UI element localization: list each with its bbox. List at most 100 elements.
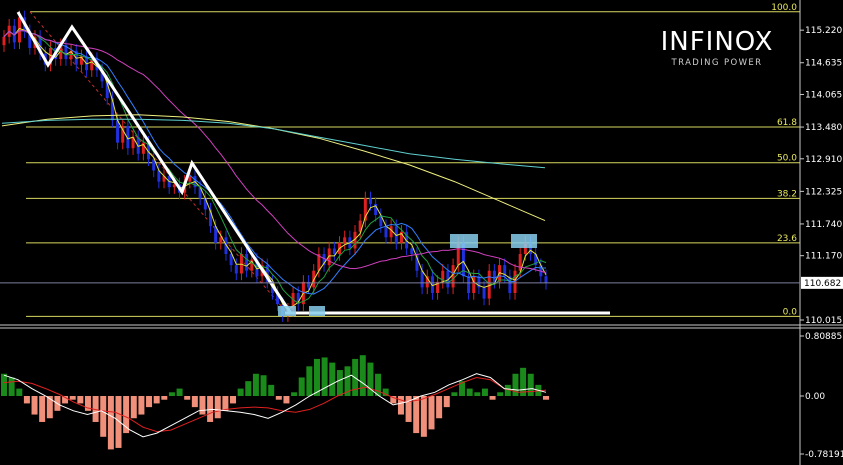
histogram-bar: [8, 377, 15, 396]
fib-level-label: 38.2: [777, 189, 797, 199]
histogram-bar: [283, 395, 290, 404]
chart-window: 100.0 61.8 50.0 38.2 23.6 0.0 115.220 114.635 11…: [0, 0, 843, 465]
histogram-bar: [69, 395, 76, 400]
candle-body: [368, 198, 372, 204]
candle-body: [487, 270, 491, 299]
histogram-bar: [260, 375, 267, 396]
fib-level-label: 61.8: [777, 118, 797, 128]
candle-body: [2, 36, 6, 46]
histogram-bar: [245, 381, 252, 396]
histogram-bar: [146, 395, 153, 408]
histogram-bar: [23, 395, 30, 404]
candle-body: [467, 276, 471, 293]
price-tick-label: 113.480: [805, 123, 842, 133]
histogram-bar: [481, 388, 488, 396]
histogram-bar: [230, 395, 237, 404]
current-price-label: 110.682: [804, 279, 841, 289]
histogram-bar: [436, 395, 443, 419]
histogram-bar: [359, 355, 366, 396]
histogram-bar: [161, 395, 168, 400]
candle-body: [492, 270, 496, 282]
histogram-bar: [77, 395, 84, 404]
histogram-bar: [199, 395, 206, 415]
candle-body: [245, 254, 249, 271]
histogram-bar: [214, 395, 221, 419]
osc-tick-label: 0.80885: [805, 332, 842, 342]
histogram-bar: [527, 373, 534, 396]
candle-body: [332, 248, 336, 255]
pattern-highlight-box: [278, 306, 296, 316]
histogram-bar: [39, 395, 46, 422]
histogram-bar: [191, 395, 198, 408]
fib-level-label: 23.6: [777, 234, 797, 244]
osc-tick-label: -0.78191: [805, 450, 843, 460]
histogram-bar: [100, 395, 107, 437]
fib-level-label: 50.0: [777, 154, 797, 164]
histogram-bar: [237, 388, 244, 396]
histogram-bar: [168, 392, 175, 396]
histogram-bar: [443, 395, 450, 408]
histogram-bar: [252, 373, 259, 396]
histogram-bar: [46, 395, 53, 419]
histogram-bar: [397, 395, 404, 415]
candle-body: [343, 237, 347, 243]
logo-text: INFINOX: [661, 27, 774, 57]
candle-body: [544, 276, 548, 283]
candle-body: [384, 226, 388, 238]
price-tick-label: 112.910: [805, 155, 842, 165]
histogram-bar: [268, 384, 275, 396]
candle-body: [172, 184, 176, 188]
histogram-bar: [512, 373, 519, 396]
histogram-bar: [420, 395, 427, 437]
logo-tagline: TRADING POWER: [671, 58, 763, 68]
histogram-bar: [291, 392, 298, 396]
candle-body: [451, 265, 455, 288]
histogram-bar: [497, 392, 504, 396]
histogram-bar: [336, 370, 343, 396]
candle-body: [420, 270, 424, 288]
histogram-bar: [115, 395, 122, 448]
pattern-highlight-box: [450, 234, 478, 248]
pattern-highlight-box: [309, 306, 325, 316]
histogram-bar: [176, 388, 183, 396]
price-chart[interactable]: 100.0 61.8 50.0 38.2 23.6 0.0 115.220 114.635 11…: [0, 0, 843, 465]
histogram-bar: [153, 395, 160, 404]
histogram-bar: [1, 373, 7, 396]
price-tick-label: 111.740: [805, 220, 842, 230]
histogram-bar: [474, 392, 481, 396]
histogram-bar: [16, 388, 23, 396]
histogram-bar: [138, 395, 145, 415]
candle-body: [234, 265, 238, 274]
pattern-highlight-box: [511, 234, 537, 248]
candle-body: [410, 248, 414, 255]
histogram-bar: [306, 366, 313, 396]
histogram-bar: [375, 373, 382, 396]
histogram-bar: [321, 357, 328, 396]
histogram-bar: [329, 362, 336, 396]
price-tick-label: 111.170: [805, 252, 842, 262]
histogram-bar: [466, 388, 473, 396]
price-tick-label: 114.635: [805, 59, 842, 69]
histogram-bar: [543, 395, 549, 400]
histogram-bar: [130, 395, 137, 419]
histogram-bar: [298, 377, 305, 396]
histogram-bar: [451, 392, 458, 396]
price-tick-label: 115.220: [805, 26, 842, 36]
price-tick-label: 114.065: [805, 90, 842, 100]
ma-200-line: [1, 114, 546, 222]
histogram-bar: [313, 358, 320, 396]
histogram-bar: [31, 395, 38, 415]
osc-tick-label: 0.00: [805, 392, 825, 402]
histogram-bar: [275, 395, 282, 400]
candle-body: [482, 287, 486, 299]
fib-level-label: 0.0: [783, 307, 798, 317]
histogram-bar: [184, 395, 191, 400]
price-tick-label: 112.325: [805, 187, 842, 197]
histogram-bar: [489, 395, 496, 400]
histogram-bar: [107, 395, 114, 450]
histogram-bar: [428, 395, 435, 430]
price-tick-label: 110.015: [805, 316, 842, 326]
candle-body: [116, 120, 120, 143]
histogram-bar: [222, 395, 229, 411]
histogram-bar: [413, 395, 420, 434]
